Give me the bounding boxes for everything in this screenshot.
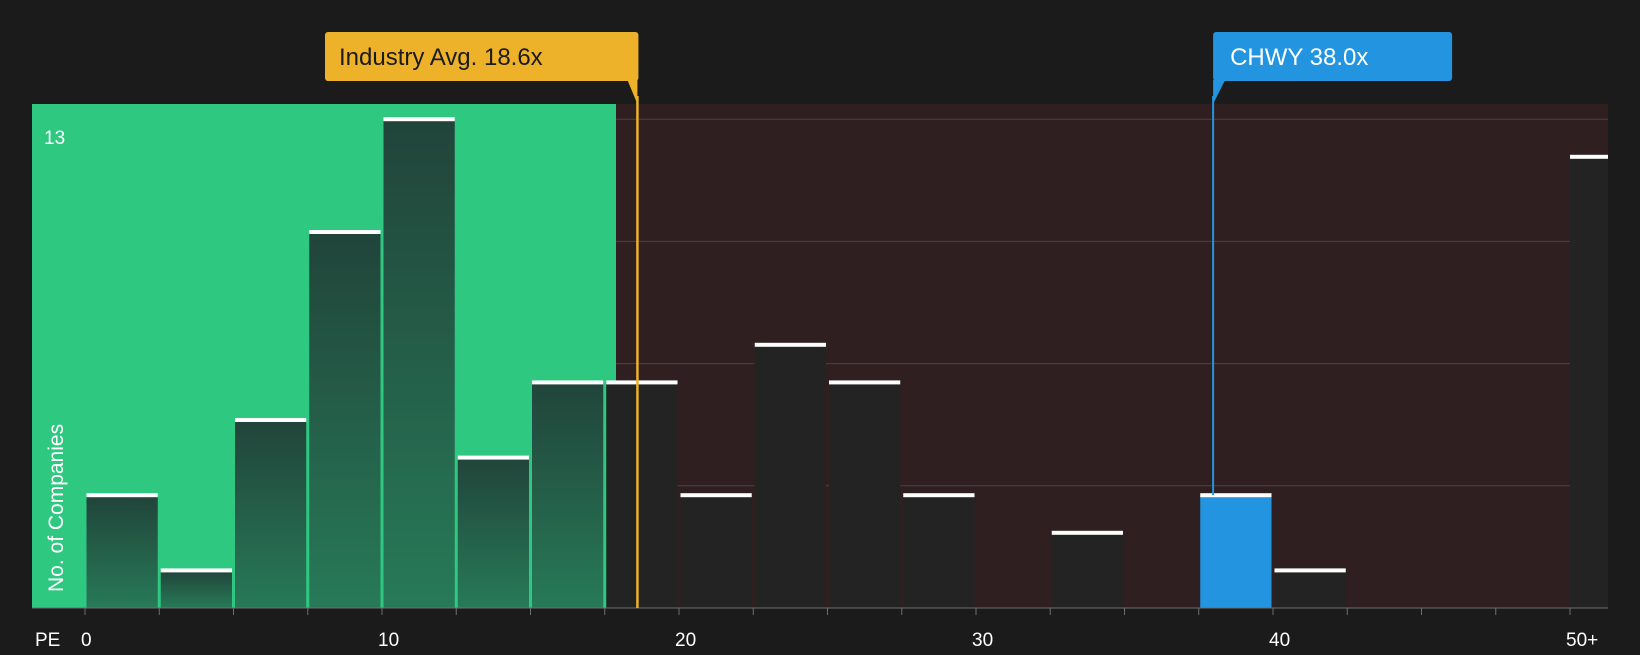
x-tick-label: 30 [972,630,993,650]
histogram-bar [829,382,901,608]
x-axis-label: PE [35,630,60,650]
histogram-bar [532,382,604,608]
bar-top-cap [903,493,975,498]
bar-top-cap [383,117,455,122]
x-tick-label: 20 [675,630,696,650]
histogram-bar [160,570,232,608]
histogram-bar [1274,570,1346,608]
industry-average-label: Industry Avg. 18.6x [339,44,543,71]
bar-top-cap [457,455,529,460]
bar-top-cap [754,342,826,347]
histogram-bar [86,495,158,608]
y-tick-label: 13 [44,128,65,149]
bar-top-cap [1274,568,1346,573]
industry-average-pointer [627,80,638,104]
bar-top-cap [235,418,307,422]
chart-svg: 0 10 20 30 40 50+ PE 13 No. of Companies Industry… [32,32,1608,651]
bar-top-cap [1570,154,1608,159]
histogram-bar [1051,532,1123,608]
pe-distribution-chart: 0 10 20 30 40 50+ PE 13 No. of Companies Industry… [0,0,1640,651]
y-axis-label: No. of Companies [45,424,68,592]
bar-top-cap [1051,530,1123,535]
histogram-bar [606,382,678,608]
histogram-bar [457,457,529,608]
x-tick-label: 10 [378,630,399,650]
bar-top-cap [1200,493,1272,498]
bar-top-cap [309,230,381,234]
bar-top-cap [532,380,604,385]
histogram-bar [235,420,307,608]
bar-top-cap [160,568,232,573]
x-tick-label: 40 [1269,630,1290,650]
company-pe-pointer [1213,80,1226,104]
histogram-bar [383,119,455,608]
bar-top-cap [606,380,678,385]
x-tick-label: 50+ [1566,630,1598,650]
histogram-bar [903,495,975,608]
bar-top-cap [829,380,901,385]
histogram-bar [309,232,381,608]
histogram-bar [680,495,752,608]
histogram-bar [754,344,826,608]
histogram-bar [1570,156,1608,609]
histogram-bar [1200,495,1272,608]
bar-top-cap [86,493,158,498]
x-tick-label: 0 [81,630,92,650]
bar-top-cap [680,493,752,498]
company-pe-label: CHWY 38.0x [1230,44,1368,71]
